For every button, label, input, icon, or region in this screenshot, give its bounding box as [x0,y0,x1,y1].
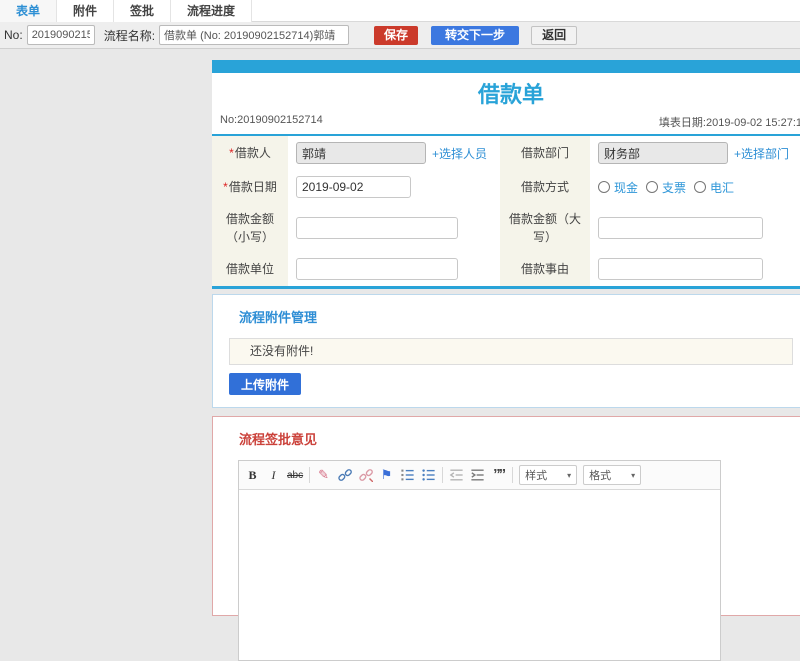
cash-radio[interactable] [598,181,610,193]
strikethrough-icon[interactable]: abc [287,470,303,481]
editor-content-area[interactable] [239,490,720,660]
form-row-unit-reason: 借款单位 借款事由 [212,252,800,286]
indent-icon[interactable] [470,468,485,482]
no-input[interactable] [26,25,95,45]
toolbar-separator [442,467,444,483]
form-no-text: No:20190902152714 [220,114,323,126]
cash-radio-label[interactable]: 现金 [614,179,638,196]
amount-upper-field [590,204,800,252]
process-name-input[interactable] [159,25,350,45]
loan-form-table: *借款人 +选择人员 借款部门 +选择部门 *借款日期 [212,134,800,289]
no-attachments-notice: 还没有附件! [229,338,793,365]
tab-attachments[interactable]: 附件 [57,0,115,22]
toolbar-separator [512,467,514,483]
borrow-unit-input[interactable] [296,258,458,280]
amount-lower-input[interactable] [296,217,458,239]
wire-transfer-radio[interactable] [694,181,707,193]
select-person-link[interactable]: +选择人员 [432,145,487,162]
select-department-link[interactable]: +选择部门 [734,145,789,162]
borrow-date-input[interactable] [296,176,411,198]
amount-lower-label: 借款金额（小写） [212,204,288,252]
style-dropdown-label: 样式 [525,470,548,482]
format-dropdown[interactable]: 格式 ▾ [583,465,642,485]
amount-upper-label: 借款金额（大写） [500,204,590,252]
blockquote-icon[interactable]: ”” [491,467,506,482]
borrow-reason-field [590,252,800,286]
rich-text-editor: B I abc ✎ ⚑ ”” 样式 ▾ 格式 ▾ [238,460,721,661]
borrow-reason-label: 借款事由 [500,252,590,286]
unlink-icon[interactable] [358,468,373,482]
tab-process-progress[interactable]: 流程进度 [171,0,253,22]
borrow-method-field: 现金 支票 电汇 [590,170,800,204]
borrow-date-field [288,170,500,204]
borrow-method-label: 借款方式 [500,170,590,204]
fill-date-text: 填表日期:2019-09-02 15:27:1 [658,117,800,129]
cheque-radio-label[interactable]: 支票 [662,179,686,196]
process-name-label: 流程名称: [103,28,156,43]
link-icon[interactable] [337,468,352,482]
borrower-label: *借款人 [212,136,288,170]
approval-section: 流程签批意见 B I abc ✎ ⚑ ”” 样式 ▾ 格式 ▾ [212,416,800,661]
save-button[interactable]: 保存 [374,25,419,45]
borrow-unit-field [288,252,500,286]
loan-form-card: 借款单 No:20190902152714 填表日期:2019-09-02 15… [212,73,800,289]
main-panel: 借款单 No:20190902152714 填表日期:2019-09-02 15… [212,60,800,661]
outdent-icon[interactable] [449,468,464,482]
next-step-button[interactable]: 转交下一步 [431,25,520,45]
attachments-section: 流程附件管理 还没有附件! 上传附件 [212,294,800,408]
page-title: 借款单 [477,82,544,107]
tab-form[interactable]: 表单 [0,0,58,22]
borrower-field: +选择人员 [288,136,500,170]
toolbar-separator [309,467,311,483]
borrow-reason-input[interactable] [598,258,763,280]
borrow-unit-label: 借款单位 [212,252,288,286]
editor-toolbar: B I abc ✎ ⚑ ”” 样式 ▾ 格式 ▾ [239,461,720,490]
tab-bar: 表单 附件 签批 流程进度 [0,0,800,22]
amount-upper-input[interactable] [598,217,763,239]
upload-attachment-button[interactable]: 上传附件 [229,373,302,395]
remove-format-icon[interactable]: ✎ [316,467,331,483]
wire-transfer-radio-label[interactable]: 电汇 [710,179,734,196]
style-dropdown[interactable]: 样式 ▾ [519,465,578,485]
bold-icon[interactable]: B [245,468,260,483]
italic-icon[interactable]: I [266,468,281,483]
borrower-input[interactable] [296,142,426,164]
attachments-title: 流程附件管理 [239,310,318,325]
bullet-list-icon[interactable] [421,468,436,482]
format-dropdown-label: 格式 [589,470,612,482]
department-field: +选择部门 [590,136,800,170]
panel-top-bar [212,60,800,73]
chevron-down-icon: ▾ [631,470,636,480]
form-row-date-method: *借款日期 借款方式 现金 支票 电汇 [212,170,800,204]
action-toolbar: No: 流程名称: 保存 转交下一步 返回 [0,22,800,49]
approval-title: 流程签批意见 [239,432,318,447]
flag-icon[interactable]: ⚑ [379,467,394,483]
form-row-amount: 借款金额（小写） 借款金额（大写） [212,204,800,252]
form-meta-row: No:20190902152714 填表日期:2019-09-02 15:27:… [212,108,800,134]
department-label: 借款部门 [500,136,590,170]
form-row-borrower: *借款人 +选择人员 借款部门 +选择部门 [212,136,800,170]
department-input[interactable] [598,142,728,164]
required-mark: * [223,180,228,194]
tab-approval[interactable]: 签批 [114,0,172,22]
cheque-radio[interactable] [646,181,659,193]
borrow-date-label: *借款日期 [212,170,288,204]
amount-lower-field [288,204,500,252]
ordered-list-icon[interactable] [400,468,415,482]
required-mark: * [229,146,234,160]
back-button[interactable]: 返回 [531,25,578,45]
no-label: No: [4,28,23,42]
chevron-down-icon: ▾ [567,470,572,480]
